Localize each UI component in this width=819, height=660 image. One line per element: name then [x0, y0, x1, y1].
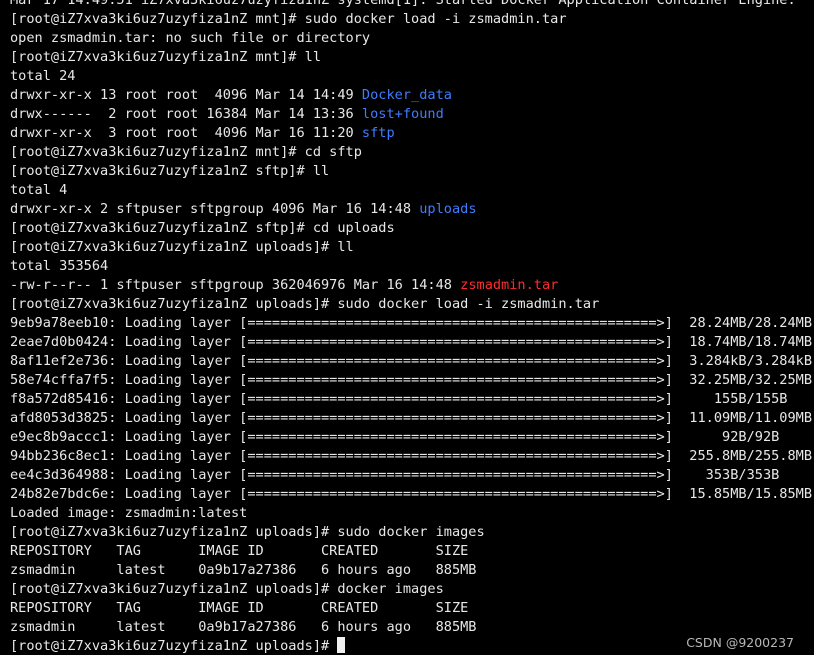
- terminal-line: zsmadmin latest 0a9b17a27386 6 hours ago…: [10, 561, 814, 580]
- directory-name: Docker_data: [361, 87, 452, 103]
- terminal-line: drwxr-xr-x 13 root root 4096 Mar 14 14:4…: [10, 86, 814, 105]
- terminal-line: REPOSITORY TAG IMAGE ID CREATED SIZE: [10, 542, 814, 561]
- terminal-line: [root@iZ7xva3ki6uz7uzyfiza1nZ uploads]# …: [10, 238, 814, 257]
- terminal-line: -rw-r--r-- 1 sftpuser sftpgroup 36204697…: [10, 276, 814, 295]
- directory-name: sftp: [361, 125, 395, 141]
- terminal-line: drwxr-xr-x 3 root root 4096 Mar 16 11:20…: [10, 124, 814, 143]
- line-text: Mar 17 14:49:51 iZ7xva3ki6uz7uzyfiza1nZ …: [10, 0, 796, 8]
- terminal-line: ee4c3d364988: Loading layer [===========…: [10, 466, 814, 485]
- shell-prompt: [root@iZ7xva3ki6uz7uzyfiza1nZ uploads]#: [10, 638, 338, 654]
- line-text: 24b82e7bdc6e: Loading layer [===========…: [10, 486, 813, 502]
- directory-name: uploads: [419, 201, 477, 217]
- terminal-line: 2eae7d0b0424: Loading layer [===========…: [10, 333, 814, 352]
- text-cursor: [337, 637, 346, 653]
- line-text: [root@iZ7xva3ki6uz7uzyfiza1nZ uploads]# …: [10, 581, 444, 597]
- line-text: total 4: [10, 182, 68, 198]
- terminal-line: total 24: [10, 67, 814, 86]
- terminal-line: Mar 17 14:49:51 iZ7xva3ki6uz7uzyfiza1nZ …: [10, 0, 814, 10]
- line-text: [root@iZ7xva3ki6uz7uzyfiza1nZ mnt]# sudo…: [10, 11, 567, 27]
- terminal-line: 9eb9a78eeb10: Loading layer [===========…: [10, 314, 814, 333]
- terminal-line: total 353564: [10, 257, 814, 276]
- line-text: ee4c3d364988: Loading layer [===========…: [10, 467, 780, 483]
- line-text: [root@iZ7xva3ki6uz7uzyfiza1nZ uploads]# …: [10, 296, 600, 312]
- line-text: -rw-r--r-- 1 sftpuser sftpgroup 36204697…: [10, 277, 461, 293]
- line-text: [root@iZ7xva3ki6uz7uzyfiza1nZ sftp]# ll: [10, 163, 330, 179]
- line-text: [root@iZ7xva3ki6uz7uzyfiza1nZ sftp]# cd …: [10, 220, 395, 236]
- terminal-line: 58e74cffa7f5: Loading layer [===========…: [10, 371, 814, 390]
- line-text: REPOSITORY TAG IMAGE ID CREATED SIZE: [10, 543, 469, 559]
- terminal-line: total 4: [10, 181, 814, 200]
- terminal-line: open zsmadmin.tar: no such file or direc…: [10, 29, 814, 48]
- line-text: REPOSITORY TAG IMAGE ID CREATED SIZE: [10, 600, 469, 616]
- terminal-line: [root@iZ7xva3ki6uz7uzyfiza1nZ sftp]# ll: [10, 162, 814, 181]
- terminal-line: [root@iZ7xva3ki6uz7uzyfiza1nZ mnt]# cd s…: [10, 143, 814, 162]
- line-text: open zsmadmin.tar: no such file or direc…: [10, 30, 371, 46]
- terminal-line: drwx------ 2 root root 16384 Mar 14 13:3…: [10, 105, 814, 124]
- terminal-window[interactable]: Mar 17 14:49:51 iZ7xva3ki6uz7uzyfiza1nZ …: [0, 0, 814, 655]
- terminal-line: e9ec8b9accc1: Loading layer [===========…: [10, 428, 814, 447]
- line-text: zsmadmin latest 0a9b17a27386 6 hours ago…: [10, 562, 477, 578]
- terminal-line: drwxr-xr-x 2 sftpuser sftpgroup 4096 Mar…: [10, 200, 814, 219]
- terminal-line: 8af11ef2e736: Loading layer [===========…: [10, 352, 814, 371]
- line-text: 9eb9a78eeb10: Loading layer [===========…: [10, 315, 813, 331]
- terminal-line: 24b82e7bdc6e: Loading layer [===========…: [10, 485, 814, 504]
- terminal-line: 94bb236c8ec1: Loading layer [===========…: [10, 447, 814, 466]
- line-text: [root@iZ7xva3ki6uz7uzyfiza1nZ uploads]# …: [10, 524, 485, 540]
- terminal-line: [root@iZ7xva3ki6uz7uzyfiza1nZ uploads]# …: [10, 580, 814, 599]
- watermark: CSDN @9200237: [686, 635, 794, 650]
- terminal-output: Mar 17 14:49:51 iZ7xva3ki6uz7uzyfiza1nZ …: [10, 0, 814, 655]
- line-text: f8a572d85416: Loading layer [===========…: [10, 391, 788, 407]
- line-text: 58e74cffa7f5: Loading layer [===========…: [10, 372, 813, 388]
- line-text: drwx------ 2 root root 16384 Mar 14 13:3…: [10, 106, 362, 122]
- terminal-line: [root@iZ7xva3ki6uz7uzyfiza1nZ mnt]# sudo…: [10, 10, 814, 29]
- line-text: [root@iZ7xva3ki6uz7uzyfiza1nZ uploads]# …: [10, 239, 354, 255]
- terminal-line: [root@iZ7xva3ki6uz7uzyfiza1nZ uploads]# …: [10, 523, 814, 542]
- line-text: afd8053d3825: Loading layer [===========…: [10, 410, 813, 426]
- terminal-line: REPOSITORY TAG IMAGE ID CREATED SIZE: [10, 599, 814, 618]
- terminal-line: [root@iZ7xva3ki6uz7uzyfiza1nZ mnt]# ll: [10, 48, 814, 67]
- terminal-line: [root@iZ7xva3ki6uz7uzyfiza1nZ uploads]# …: [10, 295, 814, 314]
- line-text: 94bb236c8ec1: Loading layer [===========…: [10, 448, 813, 464]
- terminal-line: [root@iZ7xva3ki6uz7uzyfiza1nZ sftp]# cd …: [10, 219, 814, 238]
- archive-file-name: zsmadmin.tar: [460, 277, 559, 293]
- line-text: drwxr-xr-x 13 root root 4096 Mar 14 14:4…: [10, 87, 362, 103]
- terminal-line: f8a572d85416: Loading layer [===========…: [10, 390, 814, 409]
- line-text: e9ec8b9accc1: Loading layer [===========…: [10, 429, 780, 445]
- line-text: 2eae7d0b0424: Loading layer [===========…: [10, 334, 813, 350]
- directory-name: lost+found: [361, 106, 444, 122]
- line-text: total 353564: [10, 258, 109, 274]
- line-text: 8af11ef2e736: Loading layer [===========…: [10, 353, 813, 369]
- line-text: drwxr-xr-x 3 root root 4096 Mar 16 11:20: [10, 125, 362, 141]
- line-text: drwxr-xr-x 2 sftpuser sftpgroup 4096 Mar…: [10, 201, 420, 217]
- line-text: zsmadmin latest 0a9b17a27386 6 hours ago…: [10, 619, 477, 635]
- terminal-line: afd8053d3825: Loading layer [===========…: [10, 409, 814, 428]
- line-text: [root@iZ7xva3ki6uz7uzyfiza1nZ mnt]# cd s…: [10, 144, 362, 160]
- line-text: total 24: [10, 68, 76, 84]
- line-text: [root@iZ7xva3ki6uz7uzyfiza1nZ mnt]# ll: [10, 49, 321, 65]
- terminal-line: Loaded image: zsmadmin:latest: [10, 504, 814, 523]
- line-text: Loaded image: zsmadmin:latest: [10, 505, 248, 521]
